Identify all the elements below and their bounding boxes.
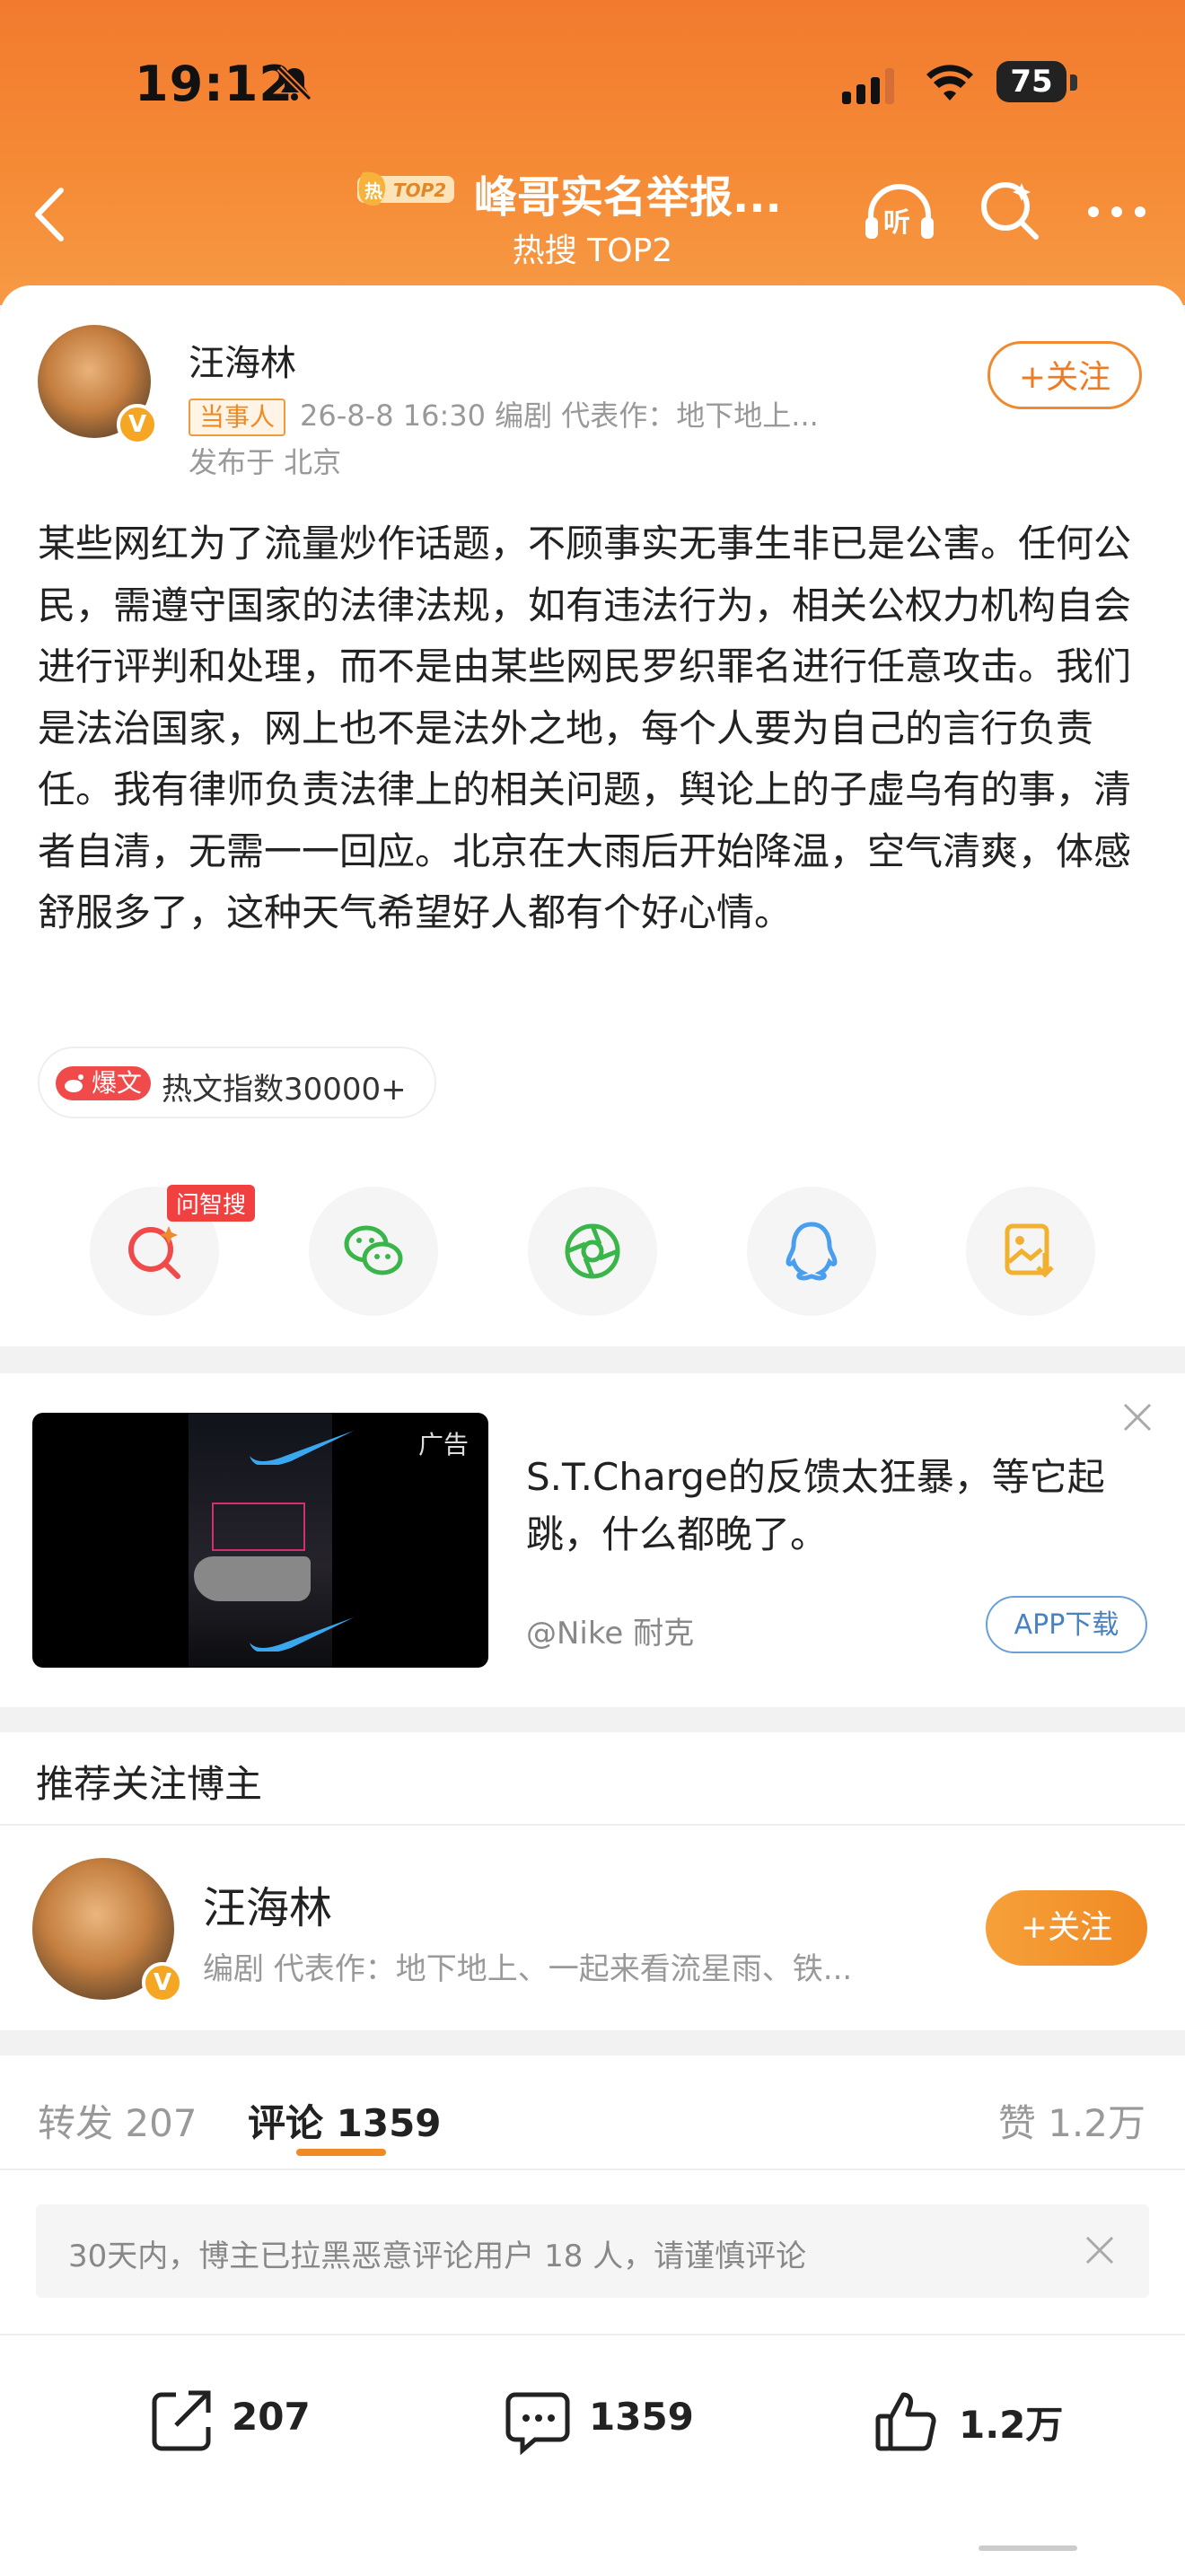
top-header: 19:12 75 热 TOP2 峰哥实名举报... 热搜 TOP2 听 [0, 0, 1185, 305]
ad-card[interactable]: 广告 S.T.Charge的反馈太狂暴，等它起跳，什么都晚了。 @Nike 耐克… [0, 1373, 1185, 1707]
save-image-icon [1005, 1223, 1054, 1278]
post-location: 发布于 北京 [189, 445, 342, 479]
ad-source: @Nike 耐克 [526, 1616, 695, 1652]
svg-text:TOP2: TOP2 [393, 180, 446, 201]
wenzhisou-badge: 问智搜 [167, 1185, 256, 1222]
battery-cap [1070, 74, 1077, 91]
verified-badge-icon: V [117, 404, 158, 445]
battery-level: 75 [996, 61, 1066, 102]
close-icon[interactable] [1122, 1402, 1153, 1433]
like-button[interactable]: 1.2万 [873, 2379, 1070, 2459]
active-tab-indicator [296, 2149, 386, 2156]
post-body: 某些网红为了流量炒作话题，不顾事实无事生非已是公害。任何公民，需遵守国家的法律法… [38, 521, 1132, 934]
hot-top-badge: 热 TOP2 [357, 171, 454, 206]
wifi-icon [926, 65, 973, 101]
listen-label: 听 [883, 207, 910, 239]
post-meta-text: 26-8-8 16:30 编剧 代表作：地下地上... [300, 399, 819, 433]
baowen-label: 爆文 [92, 1068, 143, 1098]
post-meta: 当事人 26-8-8 16:30 编剧 代表作：地下地上... [189, 393, 819, 436]
post-card: V 汪海林 当事人 26-8-8 16:30 编剧 代表作：地下地上... 发布于… [0, 285, 1185, 1346]
notice-box: 30天内，博主已拉黑恶意评论用户 18 人，请谨慎评论 [36, 2204, 1149, 2298]
recommend-section: 推荐关注博主 V 汪海林 编剧 代表作：地下地上、一起来看流星雨、铁... +关… [0, 1732, 1185, 2030]
bottom-action-bar: 207 1359 1.2万 [0, 2334, 1185, 2576]
page-title: 峰哥实名举报... [474, 172, 782, 223]
divider [0, 1824, 1185, 1826]
home-indicator [979, 2545, 1077, 2551]
recommend-name[interactable]: 汪海林 [203, 1872, 332, 1935]
recommend-header: 推荐关注博主 [36, 1762, 263, 1806]
comment-icon [505, 2392, 570, 2456]
more-options-icon[interactable] [1086, 205, 1147, 219]
ad-shoe-shape [194, 1556, 311, 1601]
recommend-follow-button[interactable]: +关注 [986, 1890, 1147, 1966]
author-tag: 当事人 [189, 399, 286, 436]
share-wechat[interactable] [309, 1187, 438, 1316]
status-bar: 19:12 75 [0, 56, 1185, 118]
nav-bar: 热 TOP2 峰哥实名举报... 热搜 TOP2 听 [0, 162, 1185, 278]
thumbs-up-icon [875, 2392, 936, 2451]
moments-icon [565, 1223, 620, 1279]
repost-button[interactable]: 207 [145, 2379, 325, 2459]
ad-label: 广告 [417, 1430, 469, 1459]
author-name[interactable]: 汪海林 [189, 334, 296, 386]
bell-muted-icon [276, 66, 312, 101]
ad-shoe-graphic [212, 1503, 305, 1551]
repost-count: 207 [232, 2395, 311, 2439]
battery-indicator: 75 [996, 61, 1079, 106]
share-qq[interactable] [747, 1187, 876, 1316]
recommend-desc: 编剧 代表作：地下地上、一起来看流星雨、铁... [203, 1951, 853, 1987]
hot-index-text: 热文指数30000+ [162, 1072, 407, 1108]
zhisou-search-icon [128, 1226, 180, 1279]
wechat-icon [344, 1225, 403, 1275]
tab-repost[interactable]: 转发 207 [38, 2093, 198, 2148]
listen-headphone-icon[interactable]: 听 [862, 178, 937, 246]
cell-signal-icon [842, 68, 894, 104]
interaction-tabs: 转发 207 评论 1359 赞 1.2万 [0, 2055, 1185, 2170]
nike-swoosh-icon [250, 1431, 354, 1465]
comment-notice: 30天内，博主已拉黑恶意评论用户 18 人，请谨慎评论 [0, 2170, 1185, 2334]
close-icon[interactable] [1084, 2235, 1115, 2265]
follow-button[interactable]: +关注 [988, 341, 1142, 409]
nike-swoosh-icon-2 [250, 1617, 354, 1652]
ad-title[interactable]: S.T.Charge的反馈太狂暴，等它起跳，什么都晚了。 [526, 1449, 1154, 1564]
notice-text: 30天内，博主已拉黑恶意评论用户 18 人，请谨慎评论 [68, 2239, 807, 2274]
search-icon[interactable] [977, 178, 1041, 242]
tab-like[interactable]: 赞 1.2万 [998, 2093, 1146, 2148]
like-count: 1.2万 [959, 2403, 1064, 2447]
weibo-logo-icon [65, 1074, 83, 1092]
ad-image[interactable]: 广告 [32, 1413, 488, 1668]
verified-badge-icon: V [142, 1962, 183, 2003]
baowen-badge: 爆文 [56, 1066, 151, 1100]
share-moments[interactable] [528, 1187, 657, 1316]
qq-icon [786, 1222, 838, 1281]
tab-comment[interactable]: 评论 1359 [248, 2093, 442, 2148]
app-download-button[interactable]: APP下载 [986, 1596, 1147, 1653]
comment-count: 1359 [589, 2395, 694, 2439]
status-time: 19:12 [135, 56, 294, 112]
repost-icon [152, 2390, 211, 2451]
comment-button[interactable]: 1359 [503, 2379, 700, 2459]
share-save-image[interactable] [966, 1187, 1095, 1316]
svg-text:热: 热 [364, 180, 382, 202]
hot-index-pill[interactable]: 爆文 热文指数30000+ [38, 1047, 436, 1118]
